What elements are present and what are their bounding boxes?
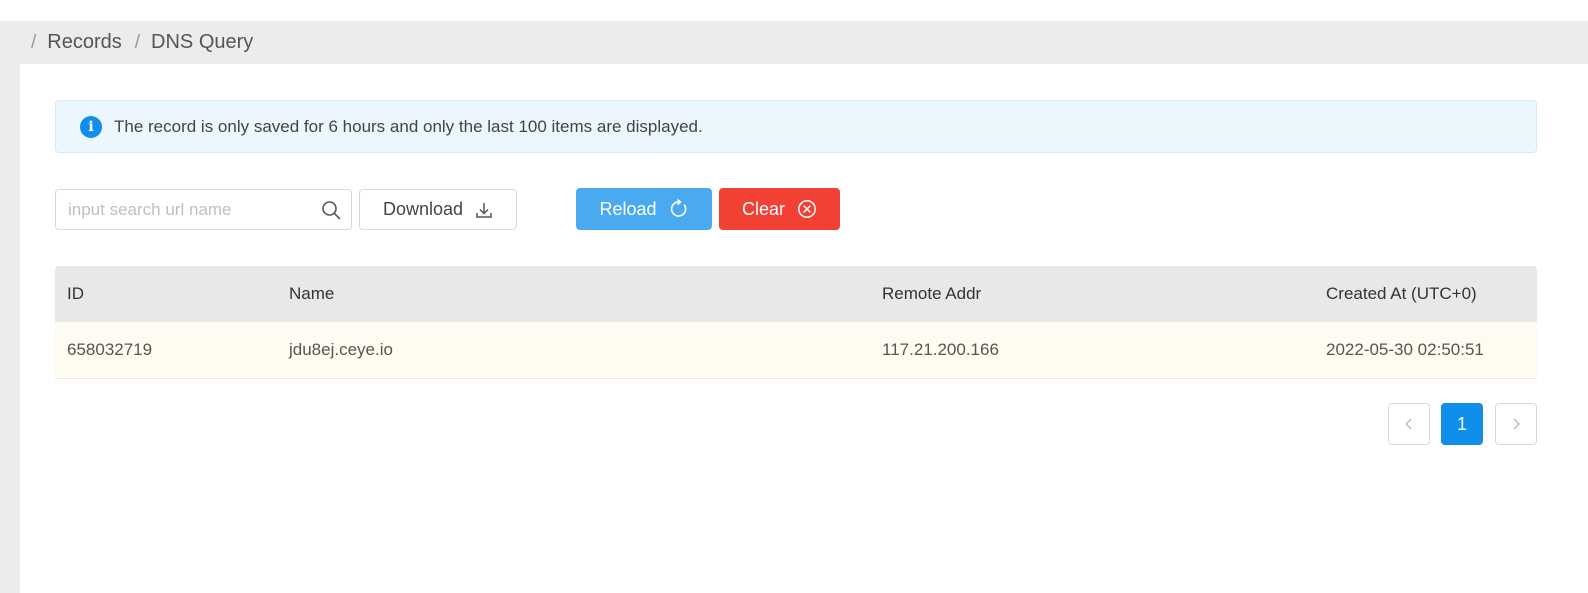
breadcrumb: / Records / DNS Query bbox=[0, 21, 1588, 64]
column-header-id[interactable]: ID bbox=[67, 284, 84, 304]
search-input[interactable] bbox=[56, 190, 306, 229]
breadcrumb-item-dns-query: DNS Query bbox=[151, 31, 254, 53]
clear-button[interactable]: Clear bbox=[719, 188, 840, 230]
reload-button-label: Reload bbox=[599, 198, 657, 219]
cell-remote-addr: 117.21.200.166 bbox=[882, 340, 999, 359]
clear-button-label: Clear bbox=[741, 198, 785, 219]
pagination-page-1[interactable]: 1 bbox=[1441, 403, 1483, 445]
chevron-right-icon bbox=[1513, 418, 1520, 430]
reload-icon bbox=[670, 199, 686, 217]
column-header-created-at[interactable]: Created At (UTC+0) bbox=[1326, 284, 1477, 304]
table-row[interactable]: 658032719 jdu8ej.ceye.io 117.21.200.166 … bbox=[55, 322, 1537, 379]
info-alert: i The record is only saved for 6 hours a… bbox=[55, 100, 1537, 153]
close-circle-icon bbox=[798, 200, 816, 218]
pagination-prev-button[interactable] bbox=[1388, 403, 1430, 445]
search-box bbox=[55, 189, 352, 230]
page: / Records / DNS Query i The record is on… bbox=[0, 0, 1588, 593]
chevron-left-icon bbox=[1405, 418, 1412, 430]
cell-id: 658032719 bbox=[67, 340, 153, 359]
pagination-next-button[interactable] bbox=[1495, 403, 1537, 445]
breadcrumb-separator: / bbox=[134, 31, 141, 53]
cell-created-at: 2022-05-30 02:50:51 bbox=[1326, 340, 1484, 359]
column-header-remote-addr[interactable]: Remote Addr bbox=[882, 284, 981, 304]
alert-text: The record is only saved for 6 hours and… bbox=[114, 116, 703, 136]
download-button-label: Download bbox=[382, 199, 464, 219]
download-icon bbox=[476, 202, 492, 218]
records-table: ID Name Remote Addr Created At (UTC+0) 6… bbox=[55, 266, 1537, 379]
breadcrumb-separator: / bbox=[31, 31, 37, 53]
download-button[interactable]: Download bbox=[359, 189, 517, 230]
reload-button[interactable]: Reload bbox=[576, 188, 712, 230]
search-icon[interactable] bbox=[321, 200, 341, 220]
breadcrumb-item-records[interactable]: Records bbox=[47, 31, 121, 54]
main-content: i The record is only saved for 6 hours a… bbox=[20, 64, 1588, 593]
info-icon: i bbox=[80, 115, 102, 138]
cell-name: jdu8ej.ceye.io bbox=[289, 340, 393, 359]
table-header: ID Name Remote Addr Created At (UTC+0) bbox=[55, 266, 1537, 322]
column-header-name[interactable]: Name bbox=[289, 284, 334, 304]
